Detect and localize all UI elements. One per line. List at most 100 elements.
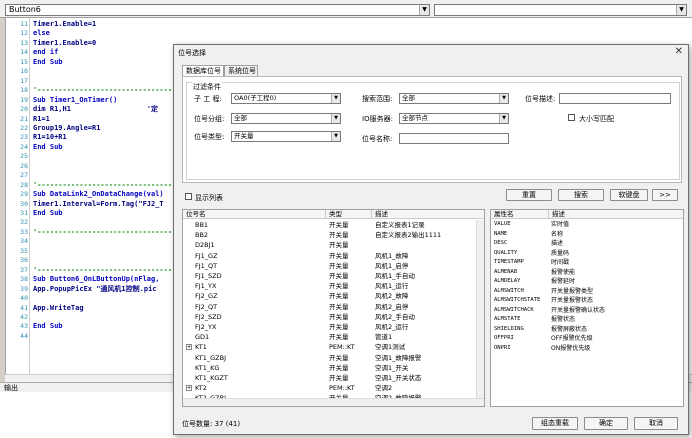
table-row[interactable]: FJ1_SZD 开关量 风机1_手自动 xyxy=(183,271,484,281)
cell-type: 开关量 xyxy=(329,261,349,270)
search-scope-select[interactable]: 全部 ▼ xyxy=(399,93,509,104)
expand-button[interactable]: >> xyxy=(652,189,678,201)
cancel-button[interactable]: 取消 xyxy=(634,417,678,430)
tag-list-horizontal-scrollbar[interactable] xyxy=(183,398,484,406)
prop-desc: 质量码 xyxy=(551,249,570,257)
expand-icon[interactable]: + xyxy=(186,385,192,392)
table-row[interactable]: FJ2_YX 开关量 风机2_运行 xyxy=(183,322,484,332)
table-row[interactable]: + KT1 PEM::KT 空调1测试 xyxy=(183,342,484,352)
code-line[interactable]: R1=1 xyxy=(33,115,50,123)
cell-type: PEM::KT xyxy=(329,384,355,393)
list-item[interactable]: ALMSWITCHSTATE 开关量报警状态 xyxy=(491,296,683,306)
cell-desc: 空调1_开关 xyxy=(375,363,409,372)
table-row[interactable]: FJ1_YX 开关量 风机1_运行 xyxy=(183,281,484,291)
tag-name-input[interactable] xyxy=(399,133,509,144)
chevron-down-icon[interactable]: ▼ xyxy=(499,94,508,103)
project-label: 子 工 程: xyxy=(194,95,222,103)
tab-database-tags[interactable]: 数据库位号 xyxy=(182,65,224,76)
code-line[interactable]: Timer1.Enable=1 xyxy=(33,20,96,28)
col-header-tag-name[interactable]: 位号名 xyxy=(183,210,326,219)
tab-system-tags[interactable]: 系统位号 xyxy=(224,65,258,76)
list-item[interactable]: SHIELDING 报警屏蔽状态 xyxy=(491,325,683,335)
list-item[interactable]: DESC 描述 xyxy=(491,239,683,249)
table-row[interactable]: FJ1_GZ 开关量 风机1_故障 xyxy=(183,251,484,261)
cell-desc: 空调1_开关状态 xyxy=(375,374,422,382)
table-row[interactable]: FJ2_SZD 开关量 风机2_手自动 xyxy=(183,312,484,322)
tag-list-vertical-scrollbar[interactable] xyxy=(476,220,484,400)
cell-name: KT2 xyxy=(195,384,207,393)
code-line[interactable]: dim R1,H1 '定 xyxy=(33,105,158,113)
chevron-down-icon[interactable]: ▼ xyxy=(499,114,508,123)
io-server-select[interactable]: 全部节点 ▼ xyxy=(399,113,509,124)
code-line[interactable]: App.PopupPicEx "通风机1控制.pic xyxy=(33,285,157,293)
chevron-down-icon[interactable]: ▼ xyxy=(331,94,340,103)
ok-button[interactable]: 确定 xyxy=(584,417,628,430)
cell-name: BB1 xyxy=(195,221,209,229)
code-line[interactable]: App.WriteTag xyxy=(33,304,84,312)
prop-name: ALMENAB xyxy=(494,268,518,275)
list-item[interactable]: ONPRI ON报警优先级 xyxy=(491,344,683,354)
list-item[interactable]: ALMDELAY 报警延时 xyxy=(491,277,683,287)
code-line[interactable]: Sub Timer1_OnTimer() xyxy=(33,96,117,104)
col-header-type[interactable]: 类型 xyxy=(326,210,372,219)
tag-desc-input[interactable] xyxy=(559,93,671,104)
list-item[interactable]: ALMENAB 报警使能 xyxy=(491,268,683,278)
chevron-down-icon[interactable]: ▼ xyxy=(331,132,340,141)
list-item[interactable]: QUALITY 质量码 xyxy=(491,249,683,259)
list-item[interactable]: ALMSWITCHACK 开关量报警确认状态 xyxy=(491,306,683,316)
line-number: 21 xyxy=(20,114,28,123)
list-item[interactable]: ALMSTATE 报警状态 xyxy=(491,315,683,325)
code-line[interactable]: Sub Button6_OnLButtonUp(nFlag, xyxy=(33,275,159,283)
show-list-checkbox[interactable] xyxy=(185,193,192,200)
code-line[interactable]: else xyxy=(33,29,50,37)
table-row[interactable]: + KT2 PEM::KT 空调2 xyxy=(183,383,484,393)
code-line[interactable]: End Sub xyxy=(33,322,63,330)
code-line[interactable]: end if xyxy=(33,48,58,56)
code-line[interactable]: Sub DataLink2_OnDataChange(val) xyxy=(33,190,164,198)
col-header-desc[interactable]: 描述 xyxy=(372,210,484,219)
search-button[interactable]: 搜索 xyxy=(558,189,604,201)
reset-button[interactable]: 重置 xyxy=(506,189,552,201)
case-match-checkbox[interactable] xyxy=(568,114,575,121)
tag-type-select[interactable]: 开关量 ▼ xyxy=(231,131,341,142)
group-reload-button[interactable]: 组态重载 xyxy=(532,417,578,430)
tag-type-label: 位号类型: xyxy=(194,133,225,141)
table-row[interactable]: FJ2_QT 开关量 风机2_启停 xyxy=(183,302,484,312)
property-list[interactable]: 属性名 描述 VALUE 实时值 NAME 名称 DESC 描述 QUALITY 质量码 TIM… xyxy=(490,209,684,407)
table-row[interactable]: KT1_GZBJ 开关量 空调1_故障报警 xyxy=(183,353,484,363)
list-item[interactable]: VALUE 实时值 xyxy=(491,220,683,230)
prop-name: NAME xyxy=(494,230,508,237)
table-row[interactable]: D2BJ1 开关量 xyxy=(183,240,484,250)
code-line[interactable]: Timer1.Interval=Form.Tag("FJ2_T xyxy=(33,200,164,208)
chevron-down-icon[interactable]: ▼ xyxy=(676,5,686,15)
chevron-down-icon[interactable]: ▼ xyxy=(419,5,429,15)
table-row[interactable]: BB2 开关量 自定义报表2输出1111 xyxy=(183,230,484,240)
table-row[interactable]: FJ2_GZ 开关量 风机2_故障 xyxy=(183,291,484,301)
list-item[interactable]: ALMSWITCH 开关量报警类型 xyxy=(491,287,683,297)
list-item[interactable]: TIMESTAMP 时间戳 xyxy=(491,258,683,268)
object-selector[interactable]: Button6 ▼ xyxy=(5,4,430,16)
expand-icon[interactable]: + xyxy=(186,344,192,351)
soft-keyboard-button[interactable]: 软键盘 xyxy=(610,189,648,201)
tag-group-select[interactable]: 全部 ▼ xyxy=(231,113,341,124)
code-line[interactable]: End Sub xyxy=(33,143,63,151)
col-header-prop-desc[interactable]: 描述 xyxy=(549,210,683,219)
table-row[interactable]: KT1_KGZT 开关量 空调1_开关状态 xyxy=(183,373,484,383)
code-line[interactable]: Group19.Angle=R1 xyxy=(33,124,100,132)
list-item[interactable]: OFFPRI OFF报警优先级 xyxy=(491,334,683,344)
code-line[interactable]: End Sub xyxy=(33,58,63,66)
close-icon[interactable]: ✕ xyxy=(675,46,683,58)
code-line[interactable]: End Sub xyxy=(33,209,63,217)
code-line[interactable]: Timer1.Enable=0 xyxy=(33,39,96,47)
chevron-down-icon[interactable]: ▼ xyxy=(331,114,340,123)
table-row[interactable]: GD1 开关量 管道1 xyxy=(183,332,484,342)
list-item[interactable]: NAME 名称 xyxy=(491,230,683,240)
table-row[interactable]: FJ1_QT 开关量 风机1_启停 xyxy=(183,261,484,271)
col-header-prop-name[interactable]: 属性名 xyxy=(491,210,549,219)
project-select[interactable]: OA0(子工程0) ▼ xyxy=(231,93,341,104)
tag-list[interactable]: 位号名 类型 描述 BB1 开关量 自定义报表1记录 BB2 开关量 自定义报表2输出11… xyxy=(182,209,485,407)
event-selector[interactable]: ▼ xyxy=(434,4,687,16)
table-row[interactable]: BB1 开关量 自定义报表1记录 xyxy=(183,220,484,230)
table-row[interactable]: KT1_KG 开关量 空调1_开关 xyxy=(183,363,484,373)
code-line[interactable]: R1=10+R1 xyxy=(33,133,67,141)
